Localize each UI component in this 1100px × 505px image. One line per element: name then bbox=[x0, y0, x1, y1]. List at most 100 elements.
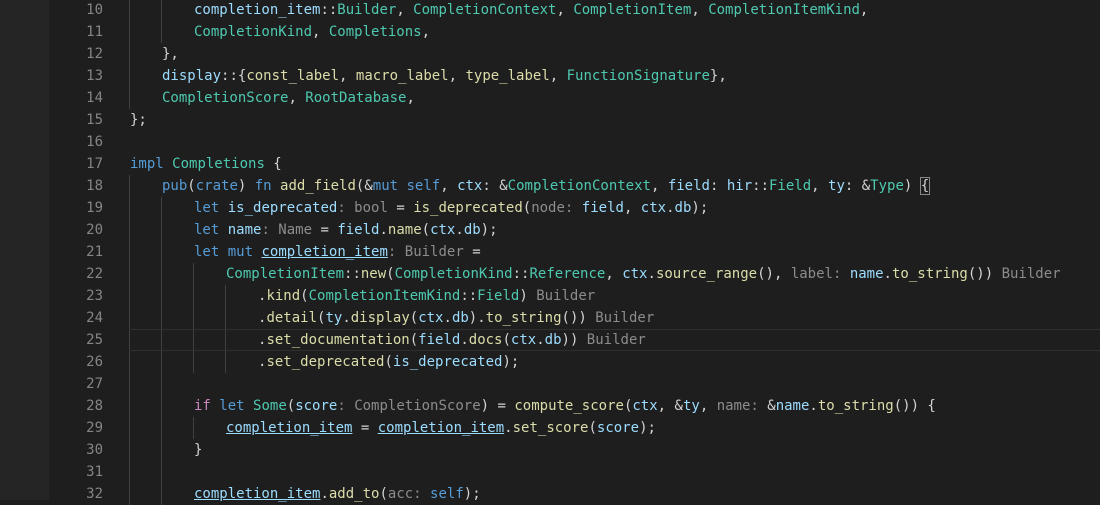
keyword: mut bbox=[227, 244, 254, 260]
punctuation: :: bbox=[320, 2, 338, 18]
code-line[interactable]: 14 CompletionScore, RootDatabase, bbox=[0, 87, 1100, 109]
code-line[interactable]: 18 pub(crate) fn add_field(&mut self, ctx… bbox=[0, 175, 1100, 197]
punctuation: } bbox=[194, 442, 203, 458]
variable: ty bbox=[682, 398, 700, 414]
indent-guide bbox=[161, 417, 162, 439]
code-line[interactable]: 23 .kind(CompletionItemKind::Field) Build… bbox=[0, 285, 1100, 307]
punctuation: , bbox=[691, 2, 709, 18]
code-line[interactable]: 16 bbox=[0, 131, 1100, 153]
line-number: 19 bbox=[86, 200, 103, 216]
line-number: 31 bbox=[86, 464, 103, 480]
type-name: CompletionKind bbox=[394, 266, 513, 282]
code-line[interactable]: 27 bbox=[0, 373, 1100, 395]
punctuation: ( bbox=[421, 222, 431, 238]
function-name: name bbox=[387, 222, 422, 238]
punctuation bbox=[219, 200, 227, 216]
code-line[interactable]: 22 CompletionItem::new(CompletionKind::Re… bbox=[0, 263, 1100, 285]
variable: db bbox=[544, 332, 562, 348]
variable: is_deprecated bbox=[227, 200, 338, 216]
code-line[interactable]: 19 let is_deprecated: bool = is_deprecate… bbox=[0, 197, 1100, 219]
function-name: add_field bbox=[280, 178, 356, 194]
punctuation: . bbox=[883, 266, 892, 282]
keyword: let bbox=[194, 222, 220, 238]
punctuation bbox=[164, 156, 172, 172]
indent-guide bbox=[161, 0, 162, 21]
indent-guide bbox=[129, 21, 130, 43]
punctuation: ( bbox=[386, 266, 395, 282]
line-number: 15 bbox=[86, 112, 103, 128]
punctuation bbox=[398, 178, 406, 194]
variable: name bbox=[227, 222, 262, 238]
code-line[interactable]: 24 .detail(ty.display(ctx.db).to_string()… bbox=[0, 307, 1100, 329]
variable: field bbox=[418, 332, 461, 348]
code-line[interactable]: 28 if let Some(score: CompletionScore) = … bbox=[0, 395, 1100, 417]
code-line[interactable]: 10 completion_item::Builder, CompletionCo… bbox=[0, 0, 1100, 21]
keyword: self bbox=[406, 178, 441, 194]
code-line[interactable]: 21 let mut completion_item: Builder = bbox=[0, 241, 1100, 263]
line-number: 24 bbox=[86, 310, 103, 326]
code-line[interactable]: 30} bbox=[0, 439, 1100, 461]
keyword: fn bbox=[254, 178, 272, 194]
punctuation: , bbox=[605, 266, 623, 282]
punctuation: ) bbox=[903, 178, 921, 194]
control-keyword: if bbox=[194, 398, 211, 414]
variable: ctx bbox=[632, 398, 658, 414]
punctuation: ()) bbox=[561, 310, 587, 326]
punctuation bbox=[245, 398, 253, 414]
punctuation: . bbox=[455, 222, 464, 238]
code-line[interactable]: 26 .set_deprecated(is_deprecated); bbox=[0, 351, 1100, 373]
punctuation: & bbox=[767, 398, 776, 414]
line-number: 18 bbox=[86, 178, 103, 194]
type-name: Some bbox=[253, 398, 287, 414]
punctuation: : & bbox=[482, 178, 508, 194]
line-code: CompletionKind, Completions, bbox=[194, 21, 430, 43]
line-number: 25 bbox=[86, 332, 103, 348]
function-name: set_deprecated bbox=[266, 354, 385, 370]
code-line[interactable]: 25 .set_documentation(field.docs(ctx.db))… bbox=[0, 329, 1100, 351]
line-number: 12 bbox=[86, 46, 103, 62]
code-line[interactable]: 15}; bbox=[0, 109, 1100, 131]
inlay-hint: label: bbox=[790, 266, 850, 282]
line-number: 20 bbox=[86, 222, 103, 238]
code-line[interactable]: 17 impl Completions { bbox=[0, 153, 1100, 175]
indent-guide bbox=[129, 43, 130, 65]
variable: name bbox=[849, 266, 884, 282]
function-name: set_score bbox=[512, 420, 589, 436]
code-line[interactable]: 20 let name: Name = field.name(ctx.db); bbox=[0, 219, 1100, 241]
punctuation bbox=[272, 178, 280, 194]
variable: field bbox=[667, 178, 710, 194]
indent-guide bbox=[129, 263, 130, 285]
punctuation: : bbox=[709, 178, 727, 194]
punctuation: :: bbox=[752, 178, 769, 194]
variable: ctx bbox=[457, 178, 483, 194]
line-number: 10 bbox=[86, 2, 103, 18]
punctuation: , bbox=[312, 24, 329, 40]
code-line[interactable]: 13 display::{const_label, macro_label, ty… bbox=[0, 65, 1100, 87]
punctuation: ( bbox=[286, 398, 296, 414]
punctuation: ) bbox=[519, 288, 528, 304]
indent-guide bbox=[193, 307, 194, 329]
line-code: completion_item.add_to(acc: self); bbox=[194, 483, 481, 505]
line-number: 14 bbox=[86, 90, 103, 106]
function-name: set_documentation bbox=[266, 332, 410, 348]
punctuation: . bbox=[809, 398, 818, 414]
code-line[interactable]: 32 completion_item.add_to(acc: self); bbox=[0, 483, 1100, 505]
function-name: to_string bbox=[891, 266, 968, 282]
code-line[interactable]: 29 completion_item = completion_item.set_… bbox=[0, 417, 1100, 439]
punctuation: (), bbox=[757, 266, 791, 282]
code-editor[interactable]: 10 completion_item::Builder, CompletionCo… bbox=[0, 0, 1100, 505]
type-name: Type bbox=[870, 178, 904, 194]
indent-guide bbox=[225, 285, 226, 307]
code-line[interactable]: 31 bbox=[0, 461, 1100, 483]
keyword: let bbox=[194, 200, 220, 216]
punctuation: ( bbox=[187, 178, 196, 194]
punctuation: = bbox=[352, 420, 378, 436]
type-name: CompletionItem bbox=[573, 2, 692, 18]
variable: ctx bbox=[622, 266, 648, 282]
indent-guide bbox=[161, 307, 162, 329]
code-area[interactable]: 10 completion_item::Builder, CompletionCo… bbox=[0, 0, 1100, 505]
mutable-variable: completion_item bbox=[377, 420, 505, 436]
indent-guide bbox=[161, 263, 162, 285]
code-line[interactable]: 12}, bbox=[0, 43, 1100, 65]
code-line[interactable]: 11 CompletionKind, Completions, bbox=[0, 21, 1100, 43]
